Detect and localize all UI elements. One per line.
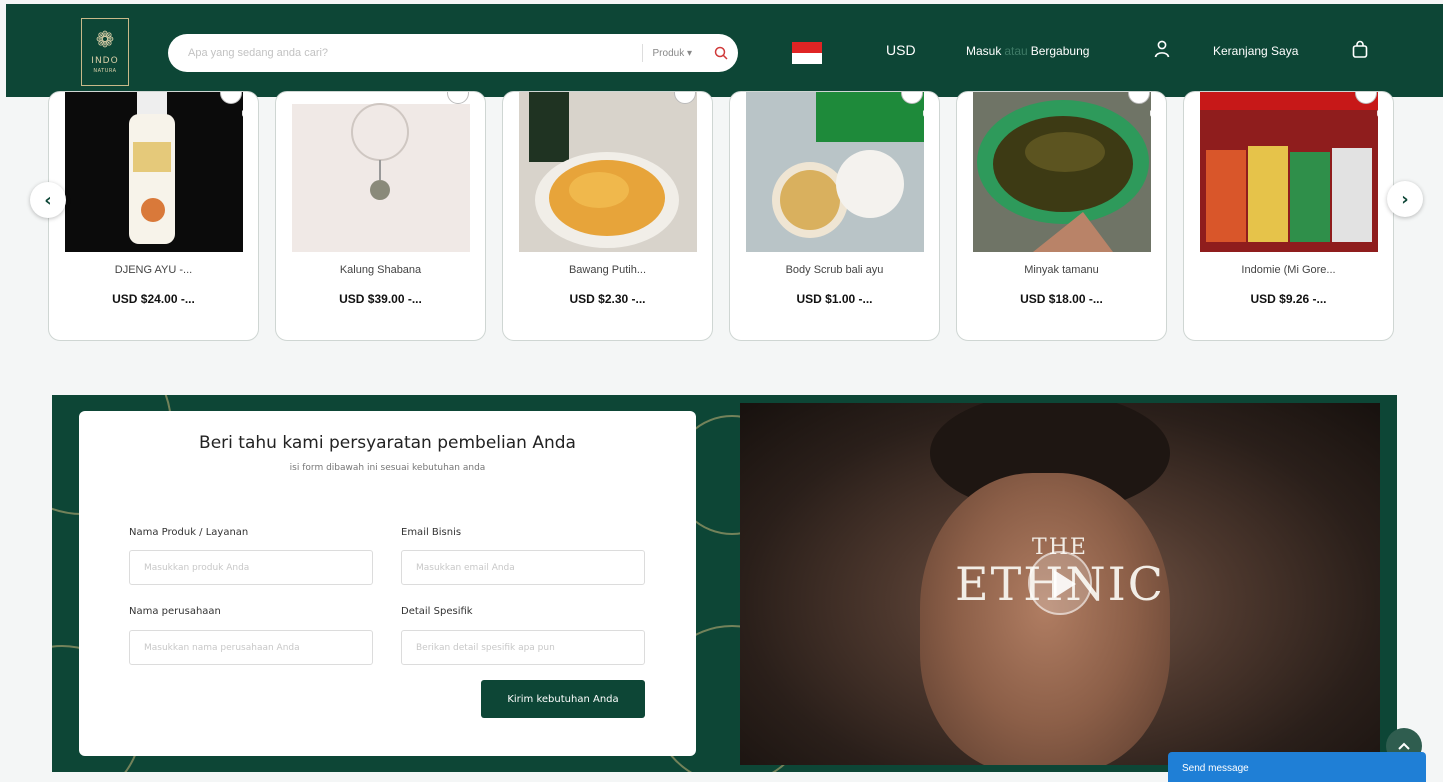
currency-selector[interactable]: USD bbox=[886, 42, 916, 58]
product-field-label: Nama Produk / Layanan bbox=[129, 527, 249, 538]
company-field-label: Nama perusahaan bbox=[129, 606, 221, 617]
product-card[interactable]: U DJENG AYU -... USD $24.00 -... bbox=[48, 91, 259, 341]
product-image[interactable] bbox=[292, 92, 470, 252]
product-name[interactable]: Body Scrub bali ayu bbox=[730, 264, 939, 276]
product-name[interactable]: Kalung Shabana bbox=[276, 264, 485, 276]
detail-field-label: Detail Spesifik bbox=[401, 606, 473, 617]
cart-link[interactable]: Keranjang Saya bbox=[1213, 44, 1298, 58]
play-icon[interactable] bbox=[1028, 551, 1092, 615]
specific-detail-input[interactable] bbox=[401, 630, 645, 665]
product-image[interactable] bbox=[746, 92, 924, 252]
register-link[interactable]: Bergabung bbox=[1031, 44, 1090, 58]
product-service-input[interactable] bbox=[129, 550, 373, 585]
product-name[interactable]: Bawang Putih... bbox=[503, 264, 712, 276]
product-price: USD $18.00 -... bbox=[1020, 292, 1103, 306]
product-card[interactable]: Kalung Shabana USD $39.00 -... bbox=[275, 91, 486, 341]
product-price: USD $9.26 -... bbox=[1250, 292, 1327, 306]
company-name-input[interactable] bbox=[129, 630, 373, 665]
submit-request-button[interactable]: Kirim kebutuhan Anda bbox=[481, 680, 645, 718]
search-category-select[interactable]: Produk ▾ bbox=[643, 48, 704, 59]
purchase-request-section: Beri tahu kami persyaratan pembelian And… bbox=[52, 395, 1397, 772]
product-price: USD $1.00 -... bbox=[796, 292, 873, 306]
email-field-label: Email Bisnis bbox=[401, 527, 462, 538]
user-icon[interactable] bbox=[1154, 40, 1170, 62]
product-carousel: U DJENG AYU -... USD $24.00 -... Kalung … bbox=[0, 91, 1443, 347]
product-price: USD $39.00 -... bbox=[339, 292, 422, 306]
product-card[interactable]: Bawang Putih... USD $2.30 -... bbox=[502, 91, 713, 341]
site-header: ❁ INDO NATURA Produk ▾ USD MasukatauBerg… bbox=[6, 4, 1443, 97]
product-badge: U bbox=[241, 110, 248, 120]
video-thumbnail-face bbox=[920, 473, 1170, 765]
product-image[interactable] bbox=[65, 92, 243, 252]
search-bar: Produk ▾ bbox=[168, 34, 738, 72]
login-or-text: atau bbox=[1004, 44, 1028, 58]
product-price: USD $2.30 -... bbox=[569, 292, 646, 306]
shopping-bag-icon[interactable] bbox=[1352, 40, 1368, 62]
product-card[interactable]: U Minyak tamanu USD $18.00 -... bbox=[956, 91, 1167, 341]
logo-line-1: INDO bbox=[91, 56, 119, 66]
product-image[interactable] bbox=[1200, 92, 1378, 252]
product-badge: U bbox=[922, 110, 929, 120]
product-name[interactable]: Indomie (Mi Gore... bbox=[1184, 264, 1393, 276]
product-card[interactable]: U Body Scrub bali ayu USD $1.00 -... bbox=[729, 91, 940, 341]
login-register-link[interactable]: Masuk atau Bergabung bbox=[966, 44, 1089, 58]
site-logo[interactable]: ❁ INDO NATURA bbox=[81, 18, 129, 86]
login-link[interactable]: Masuk bbox=[966, 44, 1001, 58]
indonesia-flag-icon[interactable] bbox=[792, 42, 822, 64]
product-badge: U bbox=[1149, 110, 1156, 120]
product-image[interactable] bbox=[973, 92, 1151, 252]
product-badge: U bbox=[1376, 110, 1383, 120]
logo-flower-icon: ❁ bbox=[95, 28, 115, 53]
purchase-request-form: Beri tahu kami persyaratan pembelian And… bbox=[79, 411, 696, 756]
carousel-prev-button[interactable]: ‹ bbox=[30, 182, 66, 218]
send-message-chat-widget[interactable]: Send message bbox=[1168, 752, 1426, 782]
product-name[interactable]: DJENG AYU -... bbox=[49, 264, 258, 276]
search-icon[interactable] bbox=[704, 46, 738, 60]
form-subtitle: isi form dibawah ini sesuai kebutuhan an… bbox=[289, 463, 486, 473]
form-title: Beri tahu kami persyaratan pembelian And… bbox=[199, 433, 576, 453]
search-input[interactable] bbox=[168, 34, 642, 72]
business-email-input[interactable] bbox=[401, 550, 645, 585]
product-name[interactable]: Minyak tamanu bbox=[957, 264, 1166, 276]
product-price: USD $24.00 -... bbox=[112, 292, 195, 306]
ethnic-video-player[interactable]: THE ETHNIC bbox=[740, 403, 1380, 765]
product-image[interactable] bbox=[519, 92, 697, 252]
logo-line-2: NATURA bbox=[93, 68, 117, 74]
carousel-next-button[interactable]: › bbox=[1387, 181, 1423, 217]
product-card[interactable]: U Indomie (Mi Gore... USD $9.26 -... bbox=[1183, 91, 1394, 341]
